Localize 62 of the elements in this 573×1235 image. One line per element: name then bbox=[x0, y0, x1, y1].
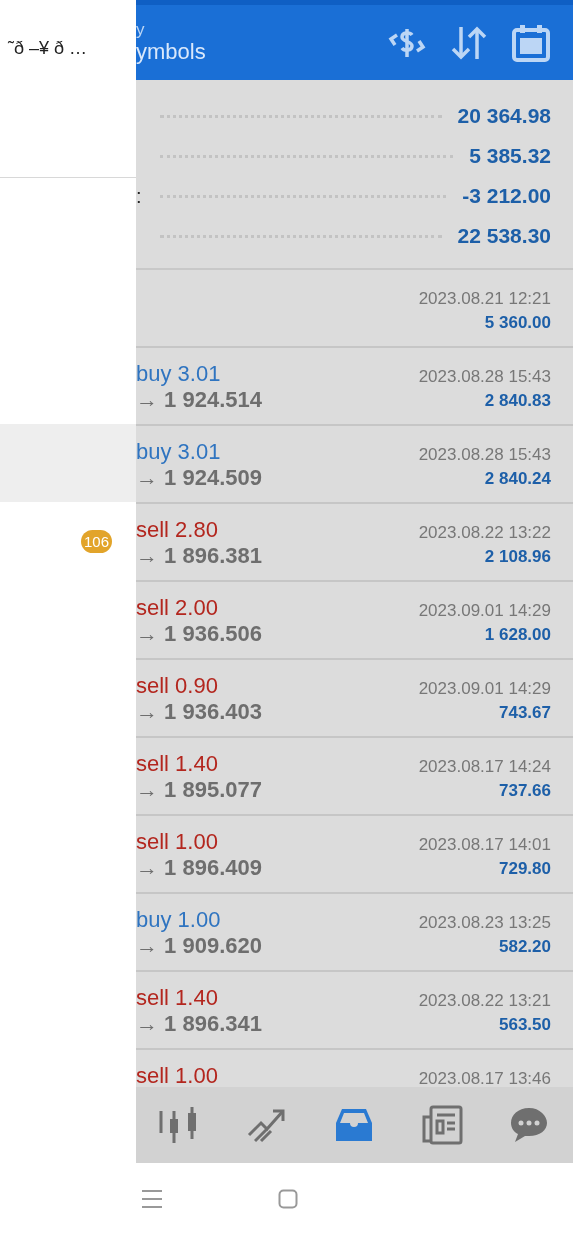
deal-price: → 1 936.506 bbox=[136, 621, 263, 647]
deal-row[interactable]: sell 2.80 2023.08.22 13:22 → 1 896.381 2 108.96 bbox=[136, 504, 573, 582]
deal-time: 2023.08.17 14:24 bbox=[418, 757, 551, 777]
header-title: ymbols bbox=[136, 39, 207, 64]
deal-type: buy 3.01 bbox=[136, 361, 222, 387]
deal-price: → 1 924.509 bbox=[136, 465, 263, 491]
deal-time: 2023.08.22 13:21 bbox=[418, 991, 551, 1011]
summary-value: 22 538.30 bbox=[457, 224, 551, 248]
deal-time: 2023.08.28 15:43 bbox=[418, 445, 551, 465]
deal-row[interactable]: buy 3.01 2023.08.28 15:43 → 1 924.514 2 840.83 bbox=[136, 348, 573, 426]
deal-price: → 1 909.620 bbox=[136, 933, 263, 959]
home-icon[interactable] bbox=[278, 1189, 298, 1209]
deal-profit: 743.67 bbox=[498, 702, 551, 723]
deal-type: sell 1.40 bbox=[136, 751, 219, 777]
deal-profit: 2 108.96 bbox=[483, 546, 551, 567]
summary-label: : bbox=[136, 184, 142, 207]
deal-type: buy 3.01 bbox=[136, 439, 222, 465]
deal-profit: 582.20 bbox=[498, 936, 551, 957]
deal-row[interactable]: sell 0.90 2023.09.01 14:29 → 1 936.403 743.67 bbox=[136, 660, 573, 738]
deal-price: → 1 896.341 bbox=[136, 1011, 263, 1037]
deal-row[interactable]: sell 1.40 2023.08.22 13:21 → 1 896.341 563.50 bbox=[136, 972, 573, 1050]
deal-row[interactable]: buy 1.00 2023.08.23 13:25 → 1 909.620 582.20 bbox=[136, 894, 573, 972]
deal-profit: 737.66 bbox=[498, 780, 551, 801]
deal-price: → 1 896.381 bbox=[136, 543, 263, 569]
deal-type: sell 1.00 bbox=[136, 829, 219, 855]
deal-profit: 563.50 bbox=[498, 1014, 551, 1035]
header-subtitle: y bbox=[136, 21, 146, 40]
deal-time: 2023.08.28 15:43 bbox=[418, 367, 551, 387]
deal-price: → 1 895.077 bbox=[136, 777, 263, 803]
deal-row[interactable]: sell 2.00 2023.09.01 14:29 → 1 936.506 1 628.00 bbox=[136, 582, 573, 660]
count-badge: 106 bbox=[80, 529, 112, 553]
deal-time: 2023.08.17 13:46 bbox=[418, 1069, 551, 1087]
deal-time: 2023.09.01 14:29 bbox=[418, 601, 551, 621]
deal-type: sell 2.00 bbox=[136, 595, 219, 621]
deal-time: 2023.08.17 14:01 bbox=[418, 835, 551, 855]
deal-price: → 1 896.409 bbox=[136, 855, 263, 881]
summary-value: -3 212.00 bbox=[462, 184, 551, 208]
deal-time: 2023.09.01 14:29 bbox=[418, 679, 551, 699]
deal-profit: 729.80 bbox=[498, 858, 551, 879]
deal-time: 2023.08.23 13:25 bbox=[418, 913, 551, 933]
deal-type: sell 0.90 bbox=[136, 673, 219, 699]
summary-value: 20 364.98 bbox=[457, 104, 551, 128]
deal-row[interactable]: 2023.08.21 12:21 5 360.00 bbox=[136, 270, 573, 348]
deal-type: buy 1.00 bbox=[136, 907, 222, 933]
summary-value: 5 385.32 bbox=[469, 144, 551, 168]
deal-type: sell 1.40 bbox=[136, 985, 219, 1011]
deal-row[interactable]: sell 1.00 2023.08.17 14:01 → 1 896.409 729.80 bbox=[136, 816, 573, 894]
deal-price: → 1 924.514 bbox=[136, 387, 263, 413]
deal-profit: 5 360.00 bbox=[483, 312, 551, 333]
deal-row[interactable]: buy 3.01 2023.08.28 15:43 → 1 924.509 2 840.24 bbox=[136, 426, 573, 504]
deal-time: 2023.08.22 13:22 bbox=[418, 523, 551, 543]
deal-row[interactable]: sell 1.40 2023.08.17 14:24 → 1 895.077 737.66 bbox=[136, 738, 573, 816]
deal-type: sell 2.80 bbox=[136, 517, 219, 543]
calendar-icon[interactable] bbox=[511, 22, 551, 63]
drawer-title: ˜ð –¥ ð … bbox=[8, 38, 88, 58]
menu-icon[interactable] bbox=[140, 1188, 164, 1210]
deal-profit: 2 840.24 bbox=[483, 468, 551, 489]
deal-type: sell 1.00 bbox=[136, 1063, 219, 1087]
deal-profit: 1 628.00 bbox=[483, 624, 551, 645]
deal-time: 2023.08.21 12:21 bbox=[418, 289, 551, 309]
deal-profit: 2 840.83 bbox=[483, 390, 551, 411]
deal-price: → 1 936.403 bbox=[136, 699, 263, 725]
